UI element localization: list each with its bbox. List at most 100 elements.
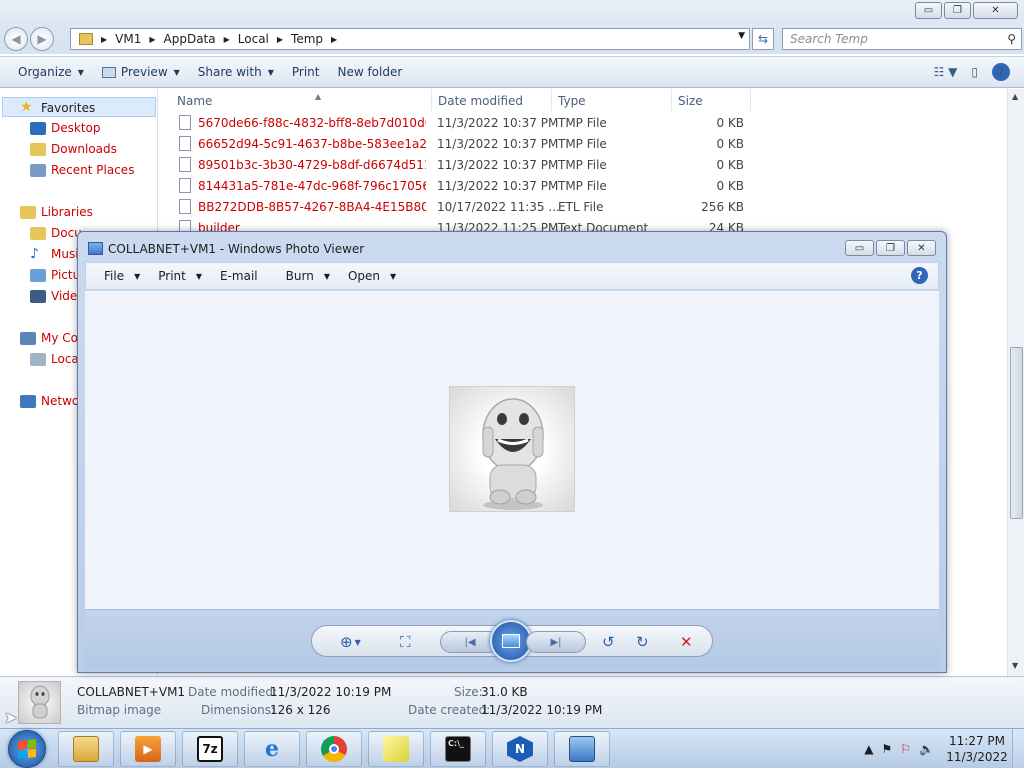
viewer-help-icon[interactable]: ? bbox=[911, 267, 928, 284]
breadcrumb-vm1[interactable]: VM1 bbox=[115, 32, 141, 46]
network-tray-icon[interactable]: ⚑ bbox=[882, 742, 893, 756]
taskbar-explorer[interactable] bbox=[58, 731, 114, 767]
libraries-icon bbox=[20, 205, 36, 219]
nav-network[interactable]: Netwo bbox=[20, 394, 79, 408]
menu-email[interactable]: E-mail bbox=[220, 269, 258, 283]
share-with-button[interactable]: Share with ▼ bbox=[198, 65, 274, 79]
show-desktop-button[interactable] bbox=[1012, 729, 1024, 768]
table-row[interactable]: BB272DDB-8B57-4267-8BA4-4E15B8092E... 10… bbox=[178, 197, 758, 218]
viewer-close-button[interactable]: ✕ bbox=[907, 240, 936, 256]
nav-local-disk[interactable]: Loca bbox=[30, 352, 79, 366]
show-hidden-icons-icon[interactable]: ▲ bbox=[864, 742, 873, 756]
local-disk-icon bbox=[30, 352, 46, 366]
table-row[interactable]: 5670de66-f88c-4832-bff8-8eb7d010d0b5....… bbox=[178, 113, 758, 134]
help-icon[interactable]: ? bbox=[992, 63, 1010, 81]
back-button[interactable]: ◀ bbox=[4, 27, 28, 51]
photo-viewer-icon bbox=[569, 736, 595, 762]
menu-print[interactable]: Print ▼ bbox=[158, 269, 202, 283]
nav-documents[interactable]: Docu bbox=[30, 226, 82, 240]
rotate-counterclockwise-button[interactable]: ↺ bbox=[602, 633, 615, 651]
taskbar-media-player[interactable]: ▶ bbox=[120, 731, 176, 767]
taskbar-chrome[interactable] bbox=[306, 731, 362, 767]
ghost-figure-icon bbox=[482, 398, 544, 510]
photo-viewer-window: COLLABNET+VM1 - Windows Photo Viewer ▭ ❐… bbox=[77, 231, 947, 673]
refresh-button[interactable]: ⇆ bbox=[752, 28, 774, 50]
taskbar-7zip[interactable]: 7z bbox=[182, 731, 238, 767]
menu-burn[interactable]: Burn ▼ bbox=[286, 269, 330, 283]
column-divider[interactable] bbox=[551, 89, 552, 111]
forward-button[interactable]: ▶ bbox=[30, 27, 54, 51]
viewer-minimize-button[interactable]: ▭ bbox=[845, 240, 874, 256]
pictures-icon bbox=[30, 268, 46, 282]
details-size: 31.0 KB bbox=[481, 685, 528, 699]
action-center-icon[interactable]: ⚐ bbox=[900, 742, 911, 756]
previous-icon: |◀ bbox=[464, 636, 476, 648]
preview-button[interactable]: Preview ▼ bbox=[101, 65, 180, 79]
vertical-scrollbar[interactable]: ▲ ▼ bbox=[1007, 89, 1024, 676]
details-filetype: Bitmap image bbox=[77, 703, 162, 717]
image-canvas[interactable] bbox=[85, 291, 939, 609]
zoom-button[interactable]: ⊕ ▼ bbox=[340, 633, 361, 651]
file-date: 11/3/2022 10:37 PM bbox=[437, 116, 559, 130]
taskbar-internet-explorer[interactable]: e bbox=[244, 731, 300, 767]
scroll-up-icon[interactable]: ▲ bbox=[1012, 92, 1018, 101]
file-name: 814431a5-781e-47dc-968f-796c170565fd.t..… bbox=[198, 179, 426, 193]
column-divider[interactable] bbox=[431, 89, 432, 111]
clock[interactable]: 11:27 PM 11/3/2022 bbox=[942, 733, 1012, 765]
file-type: TMP File bbox=[558, 116, 607, 130]
taskbar-nimbus[interactable]: N bbox=[492, 731, 548, 767]
table-row[interactable]: 66652d94-5c91-4637-b8be-583ee1a2e96b... … bbox=[178, 134, 758, 155]
scroll-down-icon[interactable]: ▼ bbox=[1012, 661, 1018, 670]
viewer-maximize-button[interactable]: ❐ bbox=[876, 240, 905, 256]
scrollbar-thumb[interactable] bbox=[1010, 347, 1023, 519]
menu-file-label: File bbox=[104, 269, 125, 283]
explorer-minimize-button[interactable]: ▭ bbox=[915, 2, 942, 19]
nav-computer[interactable]: My Co bbox=[20, 331, 78, 345]
taskbar-cmd[interactable]: C:\_ bbox=[430, 731, 486, 767]
next-button[interactable]: ▶| bbox=[526, 631, 586, 653]
details-date-created[interactable]: 11/3/2022 10:19 PM bbox=[481, 703, 602, 717]
nav-music-label: Musi bbox=[51, 247, 79, 261]
menu-open[interactable]: Open ▼ bbox=[348, 269, 396, 283]
refresh-icon: ⇆ bbox=[757, 32, 769, 46]
rotate-clockwise-button[interactable]: ↻ bbox=[636, 633, 649, 651]
fit-to-window-button[interactable]: ⛶ bbox=[400, 633, 411, 651]
taskbar-sticky-notes[interactable] bbox=[368, 731, 424, 767]
details-date-modified[interactable]: 11/3/2022 10:19 PM bbox=[270, 685, 391, 699]
taskbar-photo-viewer[interactable] bbox=[554, 731, 610, 767]
menu-file[interactable]: File ▼ bbox=[104, 269, 140, 283]
new-folder-button[interactable]: New folder bbox=[337, 65, 402, 79]
search-input[interactable]: Search Temp ⚲ bbox=[782, 28, 1022, 50]
column-divider[interactable] bbox=[750, 89, 751, 111]
explorer-close-button[interactable]: ✕ bbox=[973, 2, 1018, 19]
forward-arrow-icon: ▶ bbox=[37, 32, 47, 46]
delete-button[interactable]: ✕ bbox=[680, 633, 693, 651]
volume-icon[interactable]: 🔈 bbox=[919, 742, 934, 756]
table-row[interactable]: 89501b3c-3b30-4729-b8df-d6674d511f7d... … bbox=[178, 155, 758, 176]
start-button[interactable] bbox=[8, 730, 46, 768]
explorer-maximize-button[interactable]: ❐ bbox=[944, 2, 971, 19]
breadcrumb-local[interactable]: Local bbox=[238, 32, 269, 46]
fit-icon: ⛶ bbox=[400, 633, 411, 651]
column-divider[interactable] bbox=[671, 89, 672, 111]
print-button[interactable]: Print bbox=[292, 65, 320, 79]
nav-downloads[interactable]: Downloads bbox=[30, 142, 117, 156]
nav-libraries[interactable]: Libraries bbox=[20, 205, 93, 219]
search-icon[interactable]: ⚲ bbox=[1007, 32, 1016, 46]
breadcrumb-temp[interactable]: Temp bbox=[291, 32, 323, 46]
table-row[interactable]: 814431a5-781e-47dc-968f-796c170565fd.t..… bbox=[178, 176, 758, 197]
address-bar[interactable]: ▶ VM1 ▶ AppData ▶ Local ▶ Temp ▶ ▼ bbox=[70, 28, 750, 50]
nav-pictures[interactable]: Pictu bbox=[30, 268, 80, 282]
nav-music[interactable]: ♪ Musi bbox=[30, 247, 79, 262]
breadcrumb-appdata[interactable]: AppData bbox=[164, 32, 216, 46]
view-options-icon[interactable]: ☷ ▼ bbox=[934, 65, 958, 79]
share-with-label: Share with bbox=[197, 65, 262, 79]
nav-favorites[interactable]: ★ Favorites bbox=[20, 100, 95, 116]
column-name-label: Name bbox=[177, 94, 213, 108]
organize-button[interactable]: Organize ▼ bbox=[18, 65, 84, 79]
breadcrumb-separator-icon: ▶ bbox=[223, 34, 230, 44]
preview-pane-icon[interactable]: ▯ bbox=[971, 65, 978, 79]
address-dropdown-icon[interactable]: ▼ bbox=[738, 31, 745, 41]
nav-recent-places[interactable]: Recent Places bbox=[30, 163, 134, 177]
nav-desktop[interactable]: Desktop bbox=[30, 121, 101, 135]
